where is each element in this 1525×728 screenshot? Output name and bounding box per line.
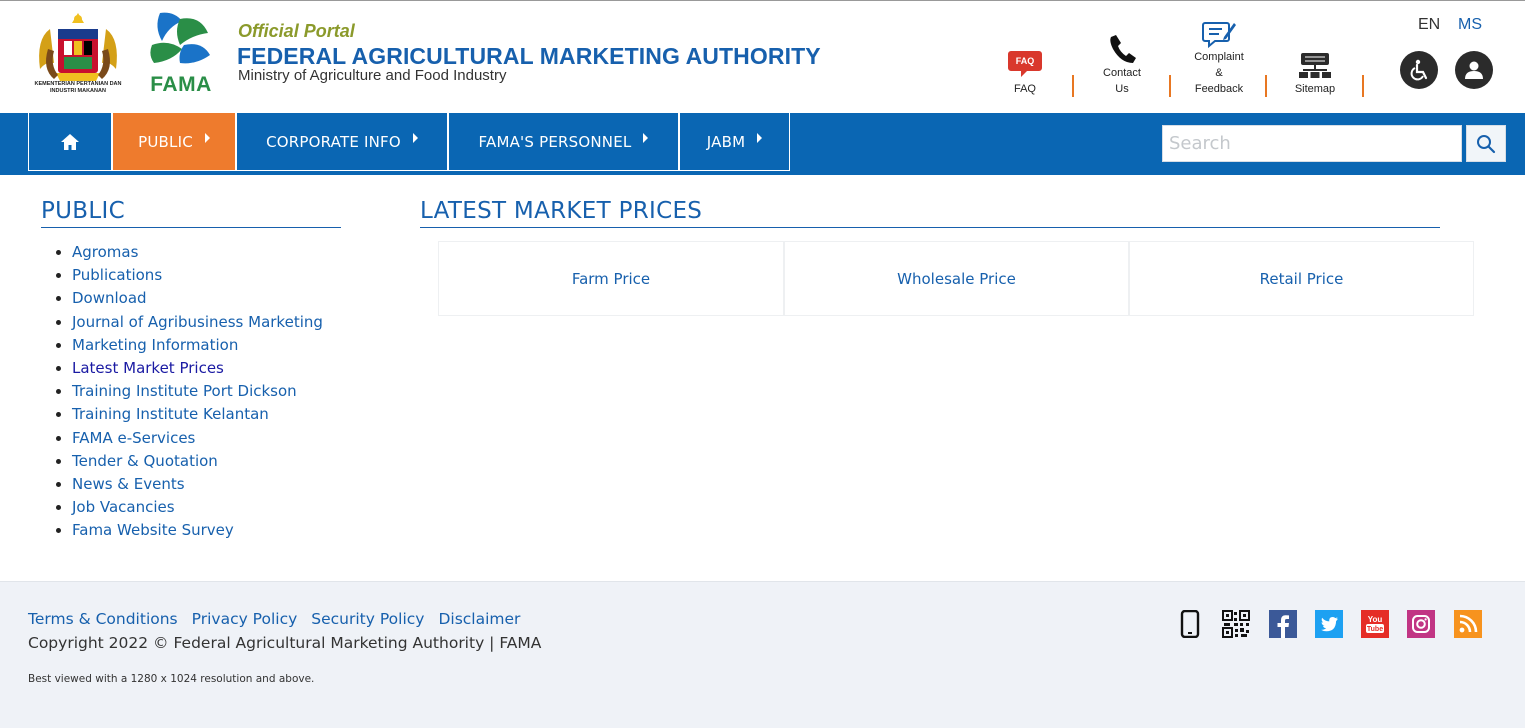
mobile-icon[interactable] [1176, 610, 1204, 638]
sidebar-item-job-vacancies[interactable]: Job Vacancies [72, 496, 323, 519]
sidebar-menu: Agromas Publications Download Journal of… [56, 241, 323, 542]
caret-right-icon [412, 132, 418, 143]
search-button[interactable] [1466, 125, 1506, 162]
youtube-icon[interactable]: You Tube [1361, 610, 1389, 638]
lang-ms[interactable]: MS [1458, 16, 1482, 34]
contact-label-2: Us [1115, 83, 1129, 95]
complaint-label-1: Complaint [1194, 51, 1244, 63]
wholesale-price-link[interactable]: Wholesale Price [784, 241, 1129, 316]
phone-icon [1110, 35, 1136, 63]
search-icon [1477, 134, 1496, 153]
sitemap-icon [1299, 53, 1331, 78]
svg-text:You: You [1368, 615, 1383, 624]
sidebar-item-tender[interactable]: Tender & Quotation [72, 450, 323, 473]
nav-corporate-info[interactable]: CORPORATE INFO [236, 113, 448, 171]
nav-public-label: PUBLIC [138, 132, 193, 151]
sidebar-item-agromas[interactable]: Agromas [72, 241, 323, 264]
sidebar-item-label[interactable]: Agromas [72, 243, 138, 261]
sidebar-item-label[interactable]: Latest Market Prices [72, 359, 224, 377]
nav-jabm[interactable]: JABM [679, 113, 790, 171]
sidebar-item-label[interactable]: Publications [72, 266, 162, 284]
sidebar-item-label[interactable]: Training Institute Port Dickson [72, 382, 297, 400]
disclaimer-link[interactable]: Disclaimer [438, 610, 520, 628]
sidebar-item-label[interactable]: News & Events [72, 475, 185, 493]
portal-title[interactable]: FEDERAL AGRICULTURAL MARKETING AUTHORITY [237, 43, 821, 70]
sidebar-item-training-kelantan[interactable]: Training Institute Kelantan [72, 403, 323, 426]
sidebar-item-label[interactable]: Training Institute Kelantan [72, 405, 269, 423]
faq-link[interactable]: FAQ FAQ [1005, 49, 1045, 97]
sidebar-item-label[interactable]: Journal of Agribusiness Marketing [72, 313, 323, 331]
nav-public[interactable]: PUBLIC [112, 113, 236, 171]
complaint-feedback-link[interactable]: Complaint & Feedback [1185, 19, 1253, 97]
sidebar-item-download[interactable]: Download [72, 287, 323, 310]
rss-icon[interactable] [1454, 610, 1482, 638]
twitter-icon[interactable] [1315, 610, 1343, 638]
tool-divider [1265, 75, 1267, 97]
sidebar-item-publications[interactable]: Publications [72, 264, 323, 287]
page-title: LATEST MARKET PRICES [420, 198, 1440, 228]
nav-home[interactable] [28, 113, 112, 171]
fama-logo-word: FAMA [150, 73, 212, 96]
sidebar-item-label[interactable]: Download [72, 289, 147, 307]
user-icon [1465, 61, 1483, 79]
sidebar-item-label[interactable]: Fama Website Survey [72, 521, 234, 539]
sidebar-item-marketing-information[interactable]: Marketing Information [72, 334, 323, 357]
security-link[interactable]: Security Policy [311, 610, 424, 628]
nav-famas-personnel-label: FAMA'S PERSONNEL [478, 132, 632, 151]
sitemap-label: Sitemap [1294, 83, 1336, 95]
complaint-icon [1202, 22, 1236, 49]
footer-links: Terms & Conditions Privacy Policy Security… [28, 610, 534, 628]
complaint-label-2: & [1215, 67, 1223, 79]
caret-right-icon [204, 132, 210, 143]
ministry-name: Ministry of Agriculture and Food Industr… [238, 67, 507, 84]
facebook-icon[interactable] [1269, 610, 1297, 638]
copyright-text: Copyright 2022 © Federal Agricultural Ma… [28, 634, 542, 652]
contact-us-link[interactable]: Contact Us [1095, 33, 1149, 97]
main-navigation: PUBLIC CORPORATE INFO FAMA'S PERSONNEL J… [0, 113, 1525, 175]
sidebar-item-news-events[interactable]: News & Events [72, 473, 323, 496]
sidebar-title: PUBLIC [41, 198, 341, 228]
wheelchair-icon [1410, 59, 1428, 81]
sidebar-item-journal[interactable]: Journal of Agribusiness Marketing [72, 311, 323, 334]
tool-divider [1362, 75, 1364, 97]
faq-badge-text: FAQ [1016, 56, 1035, 66]
sidebar-item-label[interactable]: FAMA e-Services [72, 429, 195, 447]
caret-right-icon [757, 132, 763, 143]
faq-icon: FAQ [1008, 51, 1042, 77]
home-icon [61, 133, 79, 150]
portal-subtitle: Official Portal [238, 21, 355, 41]
crest-caption: KEMENTERIAN PERTANIAN DAN INDUSTRI MAKAN… [34, 81, 122, 94]
sidebar-item-training-port-dickson[interactable]: Training Institute Port Dickson [72, 380, 323, 403]
svg-text:Tube: Tube [1367, 626, 1383, 633]
best-viewed-note: Best viewed with a 1280 x 1024 resolutio… [28, 673, 315, 685]
tool-divider [1072, 75, 1074, 97]
nav-corporate-info-label: CORPORATE INFO [266, 132, 401, 151]
qr-code-icon[interactable] [1222, 610, 1250, 638]
site-footer: Terms & Conditions Privacy Policy Security… [0, 581, 1525, 728]
sidebar-item-latest-market-prices[interactable]: Latest Market Prices [72, 357, 323, 380]
sidebar-item-label[interactable]: Job Vacancies [72, 498, 175, 516]
sidebar-item-e-services[interactable]: FAMA e-Services [72, 427, 323, 450]
farm-price-link[interactable]: Farm Price [438, 241, 784, 316]
faq-label: FAQ [1013, 83, 1036, 95]
search-input[interactable] [1162, 125, 1462, 162]
user-login-button[interactable] [1455, 51, 1493, 89]
privacy-link[interactable]: Privacy Policy [192, 610, 298, 628]
sidebar-item-website-survey[interactable]: Fama Website Survey [72, 519, 323, 542]
lang-en[interactable]: EN [1418, 16, 1440, 34]
contact-label-1: Contact [1103, 67, 1141, 79]
retail-price-link[interactable]: Retail Price [1129, 241, 1474, 316]
tool-divider [1169, 75, 1171, 97]
site-header: KEMENTERIAN PERTANIAN DAN INDUSTRI MAKAN… [0, 0, 1525, 113]
sitemap-link[interactable]: Sitemap [1288, 51, 1342, 97]
nav-jabm-label: JABM [706, 132, 746, 151]
instagram-icon[interactable] [1407, 610, 1435, 638]
complaint-label-3: Feedback [1194, 83, 1244, 95]
sidebar-item-label[interactable]: Marketing Information [72, 336, 238, 354]
sidebar-item-label[interactable]: Tender & Quotation [72, 452, 218, 470]
caret-right-icon [643, 132, 649, 143]
nav-famas-personnel[interactable]: FAMA'S PERSONNEL [448, 113, 679, 171]
accessibility-button[interactable] [1400, 51, 1438, 89]
terms-link[interactable]: Terms & Conditions [28, 610, 178, 628]
